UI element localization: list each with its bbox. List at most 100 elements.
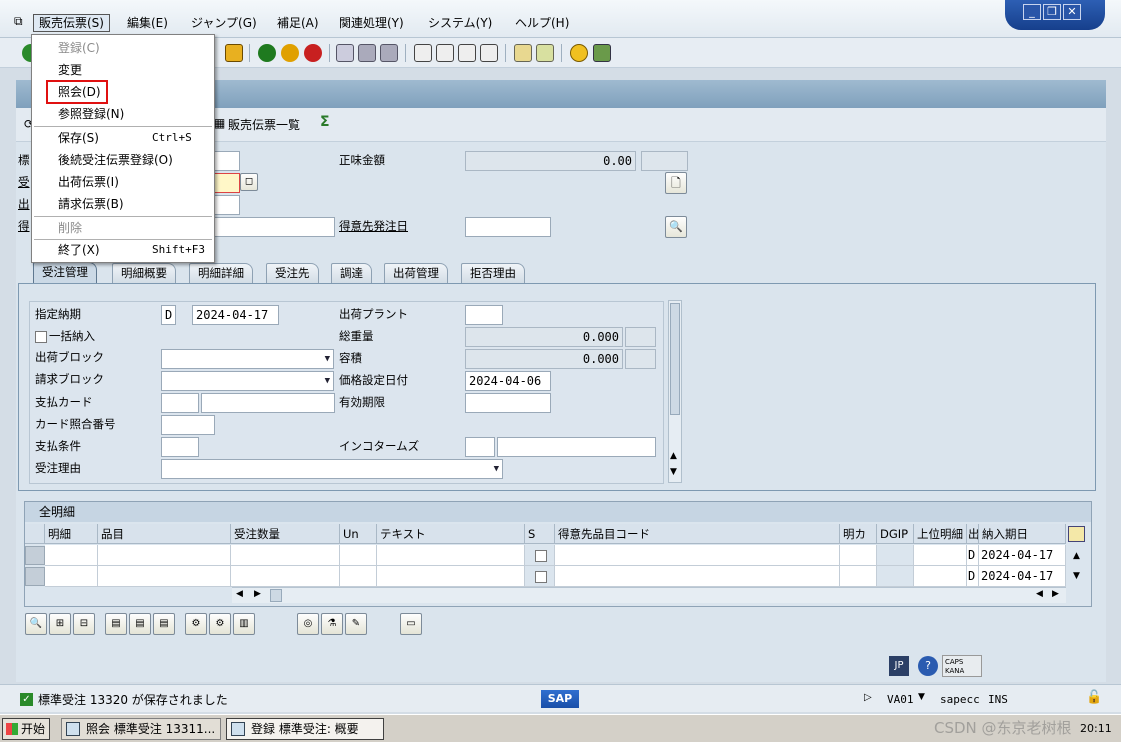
tab-ordering-party[interactable]: 受注先 — [266, 263, 319, 283]
cell-delivery-date[interactable]: 2024-04-17 — [979, 545, 1066, 566]
req-delivery-type-field[interactable]: D — [161, 305, 176, 325]
delivery-block-dropdown[interactable] — [161, 349, 334, 369]
taskbar-item-create[interactable]: 登録 標準受注: 概要 — [226, 718, 384, 740]
scroll-right-icon[interactable]: ▶ — [254, 589, 261, 599]
req-delivery-date-field[interactable]: 2024-04-17 — [192, 305, 279, 325]
col-higher-level-item[interactable]: 上位明細 — [914, 524, 967, 544]
cell-delivery-date[interactable]: 2024-04-17 — [979, 566, 1066, 587]
tab-procurement[interactable]: 調達 — [331, 263, 372, 283]
menu-item-change[interactable]: 変更 — [32, 60, 214, 80]
valid-until-field[interactable] — [465, 393, 551, 413]
cell-order-quantity[interactable] — [231, 545, 340, 566]
col-item[interactable]: 明細 — [45, 524, 98, 544]
cell-material[interactable] — [98, 545, 231, 566]
incoterms-location-field[interactable] — [497, 437, 656, 457]
menu-item-billing[interactable]: 請求伝票(B) — [32, 194, 214, 214]
delivering-plant-field[interactable] — [465, 305, 503, 325]
configuration-button[interactable]: ⚙ — [185, 613, 207, 635]
pricing-button[interactable]: ⚗ — [321, 613, 343, 635]
pricing-date-field[interactable]: 2024-04-06 — [465, 371, 551, 391]
transaction-code[interactable]: VA01 — [887, 693, 914, 706]
menu-item-create-subsequent-order[interactable]: 後続受注伝票登録(O) — [32, 150, 214, 170]
incoterms-field[interactable] — [465, 437, 495, 457]
find-next-icon[interactable] — [380, 44, 398, 62]
item-details-button[interactable]: 🔍 — [25, 613, 47, 635]
cell-delivery-type[interactable]: D — [967, 545, 979, 566]
row-checkbox[interactable] — [535, 550, 547, 562]
tab-shipping[interactable]: 出荷管理 — [384, 263, 448, 283]
scroll-right-end-icon[interactable]: ▶ — [1052, 589, 1059, 599]
complete-delivery-checkbox[interactable] — [35, 331, 47, 343]
select-block-button[interactable]: ▤ — [129, 613, 151, 635]
previous-page-icon[interactable] — [436, 44, 454, 62]
cell-delivery-type[interactable]: D — [967, 566, 979, 587]
shortcut-icon[interactable] — [536, 44, 554, 62]
cell-item-category[interactable] — [840, 545, 877, 566]
scroll-up-icon[interactable]: ▲ — [670, 451, 677, 461]
menu-edit[interactable]: 編集(E) — [122, 14, 173, 32]
start-button[interactable]: 开始 — [2, 718, 50, 740]
po-date-field[interactable] — [465, 217, 551, 237]
insert-row-button[interactable]: ⊞ — [49, 613, 71, 635]
col-dgip[interactable]: DGIP — [877, 524, 914, 544]
cell-text[interactable] — [377, 545, 525, 566]
table-settings-icon[interactable] — [1068, 526, 1085, 542]
menu-extras[interactable]: 補足(A) — [272, 14, 324, 32]
horizontal-scroll-thumb[interactable] — [270, 589, 282, 602]
item-conditions-button[interactable]: ▥ — [233, 613, 255, 635]
col-customer-material[interactable]: 得意先品目コード — [555, 524, 840, 544]
scroll-left-icon[interactable]: ◀ — [236, 589, 243, 599]
schedule-lines-button[interactable]: ⚙ — [209, 613, 231, 635]
scroll-down-icon[interactable]: ▼ — [670, 467, 677, 477]
save-icon[interactable] — [225, 44, 243, 62]
menu-item-exit[interactable]: 終了(X) Shift+F3 — [32, 240, 214, 260]
table-scroll-down-icon[interactable]: ▼ — [1073, 571, 1080, 581]
menu-system[interactable]: システム(Y) — [423, 14, 497, 32]
first-page-icon[interactable] — [414, 44, 432, 62]
layout-menu-icon[interactable] — [593, 44, 611, 62]
help-icon[interactable] — [570, 44, 588, 62]
cell-item[interactable] — [45, 545, 98, 566]
new-session-icon[interactable] — [514, 44, 532, 62]
print-items-button[interactable]: ▭ — [400, 613, 422, 635]
tab-sales[interactable]: 受注管理 — [33, 262, 97, 284]
last-page-icon[interactable] — [480, 44, 498, 62]
cell-customer-material[interactable] — [555, 545, 840, 566]
restore-button[interactable]: ❐ — [1043, 4, 1061, 20]
back-icon[interactable] — [258, 44, 276, 62]
print-icon[interactable] — [336, 44, 354, 62]
cell-text[interactable] — [377, 566, 525, 587]
exit-icon[interactable] — [281, 44, 299, 62]
system-menu-icon[interactable]: ⧉ — [14, 14, 23, 29]
col-item-category[interactable]: 明カ — [840, 524, 877, 544]
cell-higher-level-item[interactable] — [914, 545, 967, 566]
cell-unit[interactable] — [340, 566, 377, 587]
col-unit[interactable]: Un — [340, 524, 377, 544]
cancel-icon[interactable] — [304, 44, 322, 62]
col-order-quantity[interactable]: 受注数量 — [231, 524, 340, 544]
tab-item-overview[interactable]: 明細概要 — [112, 263, 176, 283]
delete-row-button[interactable]: ⊟ — [73, 613, 95, 635]
sales-document-list-button[interactable]: 販売伝票一覧 — [228, 116, 300, 133]
select-all-button[interactable]: ▤ — [105, 613, 127, 635]
menu-item-deliver[interactable]: 出荷伝票(I) — [32, 172, 214, 192]
menu-goto[interactable]: ジャンプ(G) — [186, 14, 262, 32]
cell-customer-material[interactable] — [555, 566, 840, 587]
row-selector[interactable] — [25, 567, 45, 586]
close-button[interactable]: ✕ — [1063, 4, 1081, 20]
cell-material[interactable] — [98, 566, 231, 587]
table-horizontal-scrollbar[interactable]: ◀ ▶ ◀ ▶ — [232, 587, 1066, 603]
po-number-field[interactable] — [205, 217, 335, 237]
tab-item-detail[interactable]: 明細詳細 — [189, 263, 253, 283]
find-icon[interactable] — [358, 44, 376, 62]
status-message[interactable]: 標準受注 13320 が保存されました — [38, 691, 228, 708]
status-expand-icon[interactable]: ▷ — [864, 692, 872, 703]
ime-help-icon[interactable]: ? — [918, 656, 938, 676]
menu-item-save[interactable]: 保存(S) Ctrl+S — [32, 128, 214, 148]
scrollbar-thumb[interactable] — [670, 303, 680, 415]
sum-icon[interactable]: Σ — [320, 114, 330, 130]
tab-reason-for-rejection[interactable]: 拒否理由 — [461, 263, 525, 283]
cell-unit[interactable] — [340, 545, 377, 566]
deselect-all-button[interactable]: ▤ — [153, 613, 175, 635]
payment-card-type-field[interactable] — [161, 393, 199, 413]
